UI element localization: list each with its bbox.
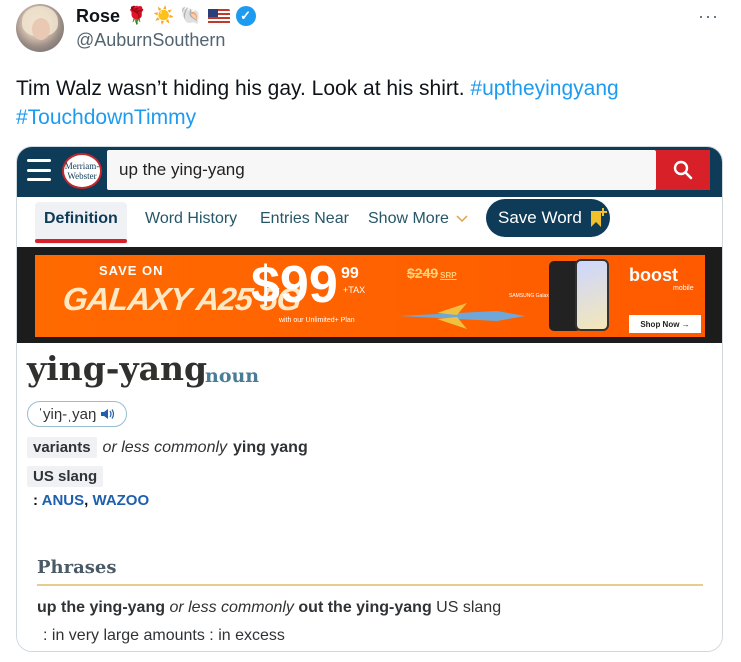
rocket-icon <box>399 303 525 329</box>
tweet-body: Tim Walz wasn’t hiding his gay. Look at … <box>16 77 465 100</box>
logo-text-bottom: Webster <box>67 171 97 181</box>
shell-emoji-icon: 🐚 <box>180 5 202 26</box>
phrases-heading: Phrases <box>37 557 117 578</box>
variants-line: variants or less commonly ying yang <box>27 437 308 458</box>
author-handle[interactable]: @AuburnSouthern <box>76 30 225 51</box>
tab-definition[interactable]: Definition <box>35 202 127 244</box>
rose-emoji-icon: 🌹 <box>126 5 148 26</box>
synonym-link[interactable]: ANUS <box>42 492 85 509</box>
tab-show-more[interactable]: Show More <box>368 210 468 228</box>
part-of-speech[interactable]: noun <box>205 365 259 387</box>
ad-brand: boost <box>629 265 678 285</box>
speaker-icon <box>101 409 115 419</box>
synonym-link[interactable]: WAZOO <box>92 492 149 509</box>
save-word-button[interactable]: Save Word <box>486 199 610 237</box>
hashtag-link[interactable]: #TouchdownTimmy <box>16 106 196 129</box>
mw-header: Merriam- Webster up the ying-yang <box>17 147 722 197</box>
save-word-label: Save Word <box>498 208 582 227</box>
ad-banner[interactable]: SAVE ON GALAXY A25 5G $99 99 +TAX with o… <box>35 255 705 337</box>
ad-shop-now-button[interactable]: Shop Now → <box>629 315 701 333</box>
pronunciation-button[interactable]: ˈyiŋ-ˌyaŋ <box>27 401 128 427</box>
bookmark-add-icon <box>590 208 607 227</box>
variants-label: variants <box>27 437 97 458</box>
variants-qualifier: or less commonly <box>102 438 228 456</box>
tab-definition-label: Definition <box>44 210 118 227</box>
hashtag-link[interactable]: #uptheyingyang <box>470 77 618 100</box>
search-icon <box>673 160 693 180</box>
ad-phone-front <box>575 259 609 331</box>
tab-entries-near[interactable]: Entries Near <box>260 210 349 228</box>
variant-form: ying yang <box>233 438 308 456</box>
headword: ying-yang <box>27 349 208 388</box>
author-name-row: Rose 🌹 ☀️ 🐚 ✓ <box>76 4 256 28</box>
logo-text-top: Merriam- <box>64 161 100 171</box>
phrase-qualifier: or less commonly <box>169 599 294 616</box>
ad-plan-note: with our Unlimited+ Plan <box>279 317 355 324</box>
search-value: up the ying-yang <box>119 160 245 179</box>
phrase-label: US slang <box>436 599 502 616</box>
sun-emoji-icon: ☀️ <box>153 5 175 26</box>
ad-brand-sub: mobile <box>673 285 694 292</box>
usage-label: US slang <box>27 466 104 487</box>
avatar-face <box>32 18 50 40</box>
search-input[interactable]: up the ying-yang <box>107 150 656 190</box>
phrase-alt: out the ying-yang <box>298 599 432 616</box>
tweet-text: Tim Walz wasn’t hiding his gay. Look at … <box>16 74 716 132</box>
ad-save-on: SAVE ON <box>99 263 164 278</box>
active-tab-indicator <box>35 239 127 243</box>
chevron-down-icon <box>456 215 468 223</box>
search-button[interactable] <box>656 150 710 190</box>
pronunciation-text: ˈyiŋ-ˌyaŋ <box>38 405 97 423</box>
show-more-label: Show More <box>368 210 449 227</box>
ad-price-tax: +TAX <box>343 285 366 295</box>
phrases-divider <box>37 584 703 586</box>
author-name[interactable]: Rose <box>76 6 120 27</box>
entry-tabs: Definition Word History Entries Near Sho… <box>17 197 722 245</box>
ad-srp-price: $249 <box>407 265 439 281</box>
tab-word-history[interactable]: Word History <box>145 210 237 228</box>
phrase-definition: : in very large amounts : in excess <box>43 627 285 644</box>
menu-icon[interactable] <box>27 159 51 181</box>
sense-definition: : ANUS, WAZOO <box>33 492 150 509</box>
ad-srp: $249 SRP <box>407 265 457 281</box>
ad-price-cents: 99 <box>341 265 359 282</box>
phrase: up the ying-yang <box>37 599 165 616</box>
verified-badge-icon[interactable]: ✓ <box>235 6 256 26</box>
mw-logo[interactable]: Merriam- Webster <box>62 153 102 189</box>
author-avatar[interactable] <box>16 4 64 52</box>
phrase-line: up the ying-yang or less commonly out th… <box>37 599 501 617</box>
more-options-icon[interactable]: ··· <box>698 6 719 27</box>
sense-prefix: : <box>33 492 38 509</box>
ad-band: SAVE ON GALAXY A25 5G $99 99 +TAX with o… <box>17 247 722 343</box>
ad-srp-label: SRP <box>440 271 457 280</box>
us-flag-icon <box>207 8 230 24</box>
media-card[interactable]: Merriam- Webster up the ying-yang Defini… <box>16 146 723 652</box>
ad-price: $99 <box>251 256 338 314</box>
entry-content: ying-yang noun ˈyiŋ-ˌyaŋ variants or les… <box>17 343 722 651</box>
